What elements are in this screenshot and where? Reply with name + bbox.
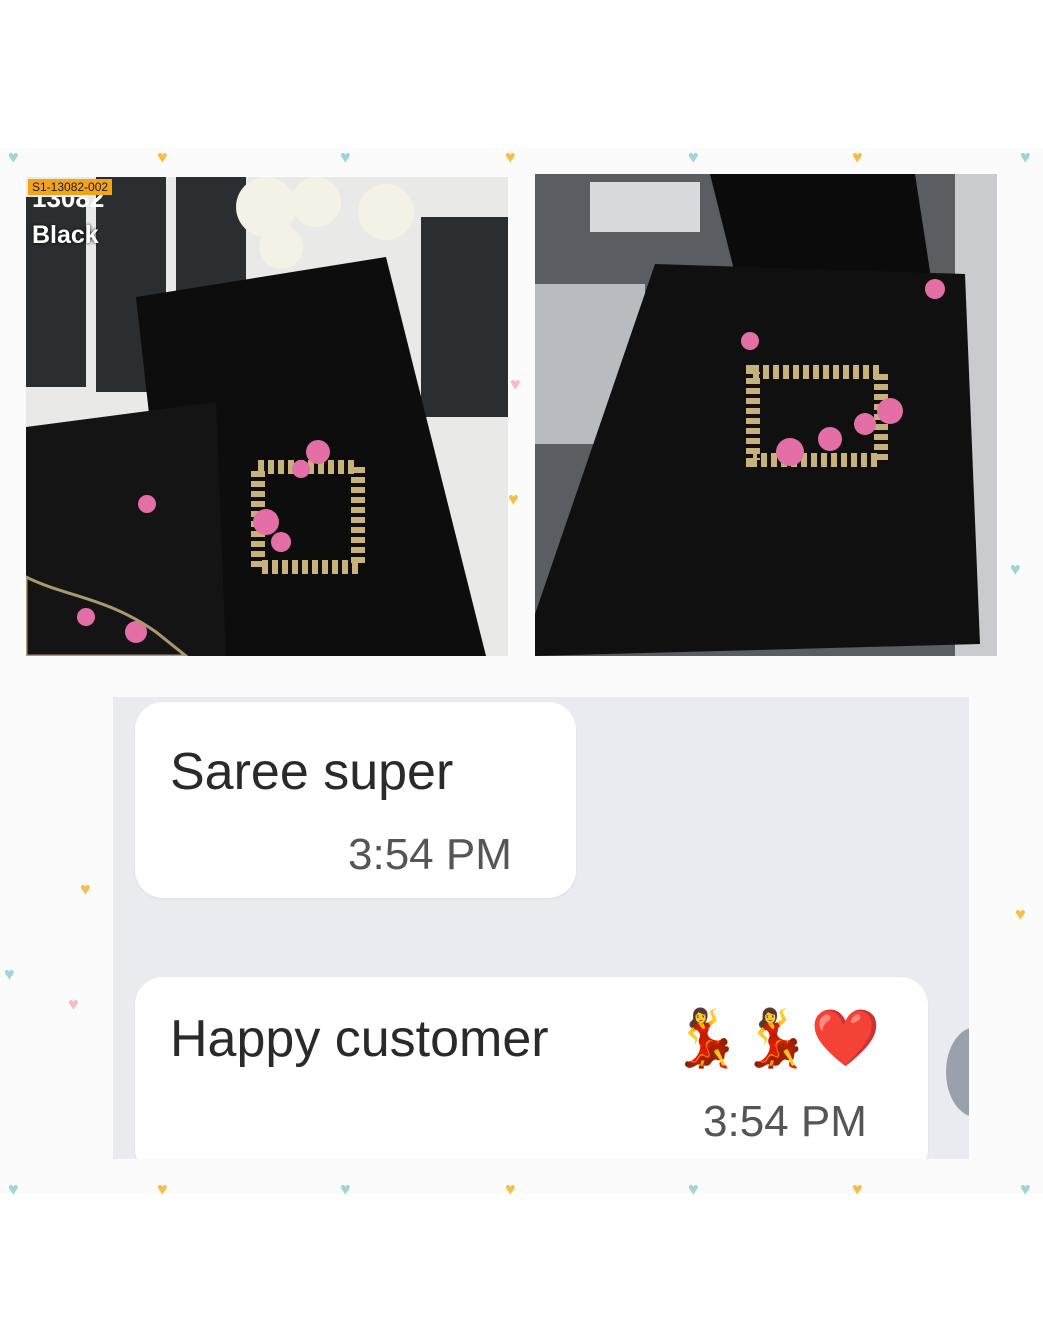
message-time: 3:54 PM: [703, 1097, 867, 1146]
message-text: Saree super: [170, 743, 454, 801]
product-photo-right: [535, 174, 997, 656]
message-bubble: Happy customer 💃💃❤️ 3:54 PM: [135, 977, 928, 1159]
dancer-heart-emoji: 💃💃❤️: [671, 1006, 881, 1069]
product-photo-left: 13082 S1-13082-002 Black: [26, 177, 508, 656]
message-bubble: Saree super 3:54 PM: [135, 702, 576, 898]
message-text: Happy customer: [170, 1010, 549, 1068]
saree-photo-right-image: [535, 174, 997, 656]
scroll-down-button[interactable]: [946, 1027, 969, 1117]
sku-tag: S1-13082-002: [28, 179, 113, 195]
color-label: Black: [32, 221, 99, 249]
chat-screenshot: Saree super 3:54 PM Happy customer 💃💃❤️ …: [113, 697, 969, 1159]
message-time: 3:54 PM: [348, 830, 512, 879]
